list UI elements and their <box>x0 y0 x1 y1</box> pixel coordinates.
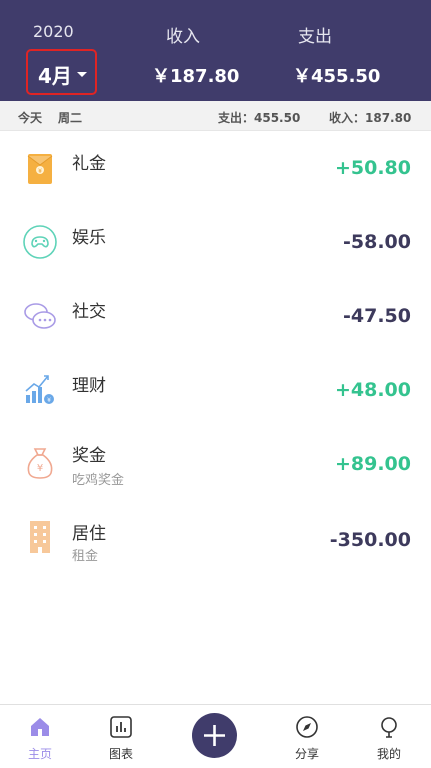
tab-chart[interactable]: 图表 <box>91 705 151 768</box>
list-item[interactable]: 居住 租金 -350.00 <box>0 501 431 575</box>
tab-mine-label: 我的 <box>376 747 401 761</box>
list-item[interactable]: ¥ 理财 +48.00 <box>0 353 431 427</box>
month-label[interactable]: 4月 <box>38 60 72 89</box>
income-label: 收入 <box>166 27 200 47</box>
tab-chart-label: 图表 <box>108 747 133 761</box>
expense-total: ￥455.50 <box>293 66 381 87</box>
tab-home[interactable]: 主页 <box>10 705 70 768</box>
income-total: ￥187.80 <box>152 66 240 87</box>
day-expense: 支出：455.50 <box>218 111 301 125</box>
item-note: 吃鸡奖金 <box>72 473 125 488</box>
compass-icon <box>296 716 318 738</box>
money-bag-icon: ¥ <box>27 448 53 479</box>
item-amount: -350.00 <box>329 529 411 551</box>
item-note: 租金 <box>72 549 99 564</box>
today-label: 今天 <box>18 111 43 125</box>
bottom-tab-bar: 主页 图表 分享 我的 <box>0 704 431 768</box>
svg-text:¥: ¥ <box>38 168 42 175</box>
tab-mine[interactable]: 我的 <box>359 705 419 768</box>
list-item[interactable]: 娱乐 -58.00 <box>0 205 431 279</box>
add-record-button[interactable] <box>192 713 237 758</box>
bar-chart-icon <box>110 716 132 738</box>
item-amount: +89.00 <box>334 453 411 475</box>
plus-icon <box>204 725 225 746</box>
gamepad-icon <box>23 225 57 259</box>
item-name: 礼金 <box>72 154 106 174</box>
day-summary-bar: 今天 周二 支出：455.50 收入：187.80 <box>0 101 431 131</box>
svg-text:¥: ¥ <box>37 463 43 474</box>
finance-chart-icon: ¥ <box>25 375 54 404</box>
building-icon <box>30 521 50 553</box>
item-amount: +48.00 <box>334 379 411 401</box>
item-name: 社交 <box>72 302 106 322</box>
svg-text:¥: ¥ <box>47 397 51 404</box>
user-icon <box>381 717 397 738</box>
tab-home-label: 主页 <box>27 747 52 761</box>
item-name: 奖金 <box>72 446 106 466</box>
year-label: 2020 <box>33 22 74 41</box>
item-amount: -47.50 <box>343 305 411 327</box>
item-amount: -58.00 <box>343 231 411 253</box>
list-item[interactable]: 社交 -47.50 <box>0 279 431 353</box>
tab-share-label: 分享 <box>294 747 319 761</box>
list-item[interactable]: ¥ 礼金 +50.80 <box>0 131 431 205</box>
item-amount: +50.80 <box>334 157 411 179</box>
expense-label: 支出 <box>298 27 332 47</box>
weekday-label: 周二 <box>58 111 83 125</box>
header: 2020 4月 收入 ￥187.80 支出 ￥455.50 <box>0 0 431 101</box>
red-envelope-icon: ¥ <box>27 154 53 184</box>
caret-down-icon[interactable] <box>77 72 87 77</box>
item-name: 理财 <box>72 376 106 396</box>
home-icon <box>31 718 49 736</box>
day-income: 收入：187.80 <box>329 111 412 125</box>
list-item[interactable]: ¥ 奖金 吃鸡奖金 +89.00 <box>0 427 431 501</box>
item-name: 娱乐 <box>72 228 106 248</box>
chat-icon <box>24 303 56 329</box>
item-name: 居住 <box>72 524 106 544</box>
tab-share[interactable]: 分享 <box>277 705 337 768</box>
